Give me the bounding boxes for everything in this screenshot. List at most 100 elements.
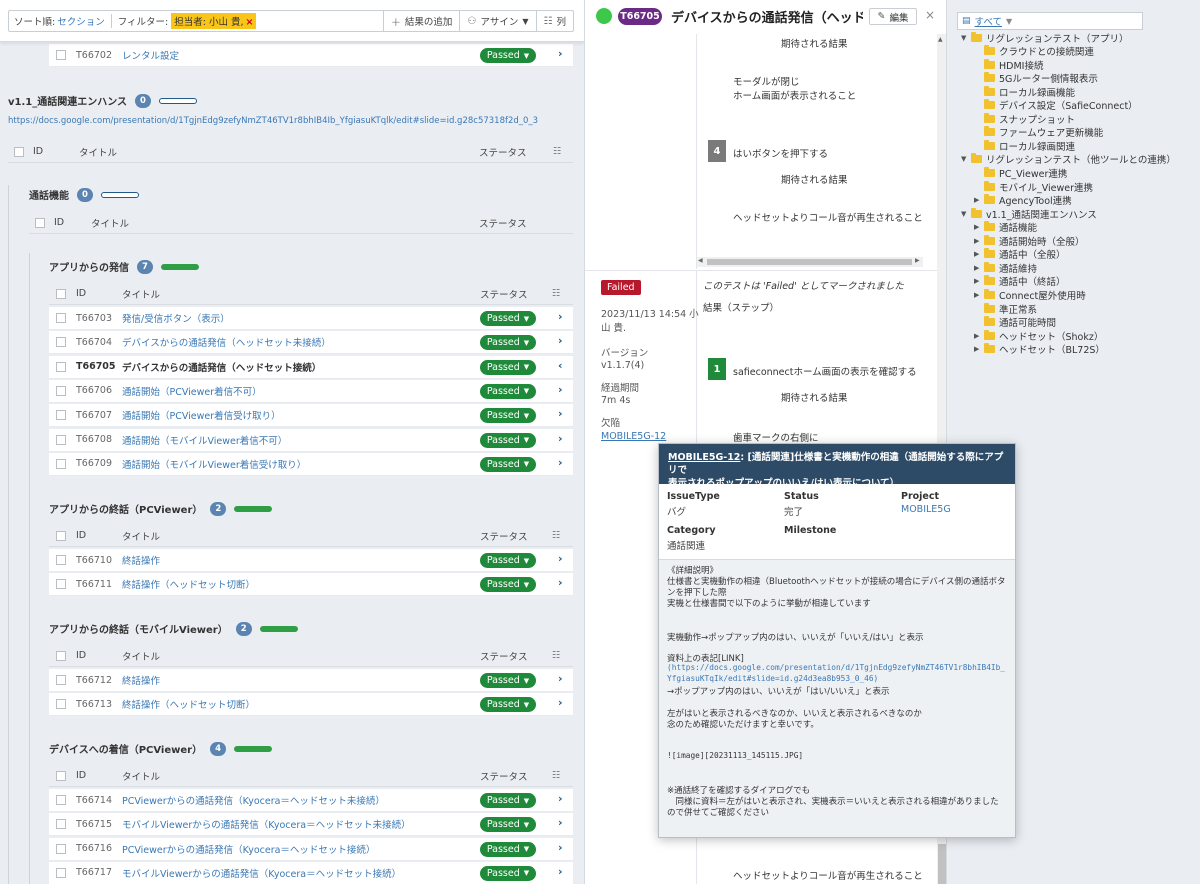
status-badge[interactable]: Passed ▼ (480, 359, 536, 375)
tree-node[interactable]: PC_Viewer連携 (974, 167, 1067, 180)
table-row[interactable]: T66713 終話操作（ヘッドセット切断） Passed ▼ › (49, 693, 573, 717)
tree-node[interactable]: クラウドとの接続関連 (974, 45, 1094, 58)
table-row[interactable]: T66712 終話操作 Passed ▼ › (49, 669, 573, 692)
status-badge[interactable]: Passed ▼ (480, 311, 536, 326)
status-badge[interactable]: Passed ▼ (480, 865, 536, 881)
select-all-checkbox[interactable] (56, 770, 66, 781)
row-checkbox[interactable] (56, 410, 66, 421)
row-checkbox[interactable] (56, 337, 66, 348)
tree-node[interactable]: ローカル録画機能 (974, 85, 1075, 99)
row-checkbox[interactable] (56, 361, 66, 372)
row-checkbox[interactable] (56, 579, 66, 590)
chevron-right-icon[interactable]: › (558, 383, 563, 396)
status-badge[interactable]: Passed ▼ (480, 456, 536, 472)
status-badge[interactable]: Passed ▼ (480, 432, 536, 448)
tree-node[interactable]: HDMI接続 (974, 58, 1043, 72)
row-checkbox[interactable] (56, 675, 66, 685)
description-link[interactable]: YfgiasuKTqIk/edit#slide=id.g24d3ea8b953_… (667, 674, 878, 683)
caret-right-icon[interactable]: ▶ (974, 277, 984, 285)
row-title-link[interactable]: 通話開始（PCViewer着信不可） (122, 384, 262, 398)
tree-node[interactable]: ▼ v1.1_通話関連エンハンス (961, 207, 1097, 221)
tree-node[interactable]: ▶ 通話中（全般） (974, 248, 1066, 261)
tree-node[interactable]: モバイル_Viewer連携 (974, 180, 1093, 194)
status-badge[interactable]: Passed ▼ (480, 793, 536, 808)
select-all-checkbox[interactable] (35, 217, 45, 228)
chevron-right-icon[interactable]: › (558, 865, 563, 878)
tree-node[interactable]: 準正常系 (974, 302, 1037, 316)
column-settings-icon[interactable]: ☷ (552, 770, 561, 781)
row-title-link[interactable]: デバイスからの通話発信（ヘッドセット未接続） (122, 335, 331, 349)
assignee-filter-chip[interactable]: 担当者: 小山 貴, × (171, 13, 257, 29)
status-badge[interactable]: Passed ▼ (480, 673, 536, 688)
description-link[interactable]: (https://docs.google.com/presentation/d/… (667, 663, 1005, 672)
row-title-link[interactable]: 発信/受信ボタン（表示） (122, 311, 230, 325)
status-badge[interactable]: Passed ▼ (480, 841, 536, 857)
chevron-right-icon[interactable]: › (558, 456, 563, 469)
table-row[interactable]: T66706 通話開始（PCViewer着信不可） Passed ▼ › (49, 379, 573, 403)
caret-right-icon[interactable]: ▶ (974, 237, 984, 245)
chevron-right-icon[interactable]: › (558, 672, 563, 685)
row-checkbox[interactable] (56, 795, 66, 805)
table-row[interactable]: T66702 レンタル設定 Passed ▼ › (49, 44, 573, 67)
filter-remove-icon[interactable]: × (246, 17, 254, 28)
status-badge[interactable]: Passed ▼ (480, 817, 536, 833)
row-title-link[interactable]: デバイスからの通話発信（ヘッドセット接続） (122, 360, 321, 374)
scroll-right-icon[interactable]: ▶ (915, 257, 920, 264)
tree-node[interactable]: ▼ リグレッションテスト（アプリ） (961, 31, 1129, 45)
row-title-link[interactable]: 通話開始（モバイルViewer着信不可） (122, 433, 287, 447)
chevron-right-icon[interactable]: › (558, 792, 563, 805)
status-badge[interactable]: Passed ▼ (480, 408, 536, 424)
scroll-up-icon[interactable]: ▲ (938, 36, 943, 43)
tree-node[interactable]: デバイス設定（SafieConnect） (974, 99, 1138, 112)
row-title-link[interactable]: モバイルViewerからの通話発信（Kyocera＝ヘッドセット接続） (122, 866, 401, 880)
table-row[interactable]: T66711 終話操作（ヘッドセット切断） Passed ▼ › (49, 573, 573, 597)
select-all-checkbox[interactable] (56, 650, 66, 661)
row-title-link[interactable]: PCViewerからの通話発信（Kyocera＝ヘッドセット接続） (122, 842, 375, 856)
row-checkbox[interactable] (56, 458, 66, 469)
caret-right-icon[interactable]: ▶ (974, 264, 984, 272)
table-row[interactable]: T66710 終話操作 Passed ▼ › (49, 549, 573, 572)
row-checkbox[interactable] (56, 434, 66, 445)
caret-right-icon[interactable]: ▶ (974, 223, 984, 231)
sort-value-link[interactable]: セクション (57, 14, 105, 28)
status-badge[interactable]: Passed ▼ (480, 48, 536, 63)
caret-right-icon[interactable]: ▶ (974, 291, 984, 299)
status-badge[interactable]: Passed ▼ (480, 553, 536, 568)
caret-down-icon[interactable]: ▼ (961, 155, 971, 163)
table-row[interactable]: T66714 PCViewerからの通話発信（Kyocera＝ヘッドセット未接続）… (49, 789, 573, 812)
table-row[interactable]: T66716 PCViewerからの通話発信（Kyocera＝ヘッドセット接続） P… (49, 837, 573, 861)
section-doc-link[interactable]: https://docs.google.com/presentation/d/1… (8, 116, 538, 126)
select-all-checkbox[interactable] (56, 288, 66, 299)
column-settings-icon[interactable]: ☷ (553, 146, 562, 157)
table-row[interactable]: T66703 発信/受信ボタン（表示） Passed ▼ › (49, 307, 573, 330)
caret-right-icon[interactable]: ▶ (974, 345, 984, 353)
tree-node[interactable]: ▶ 通話中（終話） (974, 275, 1066, 288)
close-icon[interactable]: × (925, 8, 935, 22)
defect-link[interactable]: MOBILE5G-12 (601, 431, 666, 442)
row-title-link[interactable]: 終話操作（ヘッドセット切断） (122, 577, 255, 591)
caret-right-icon[interactable]: ▶ (974, 332, 984, 340)
column-settings-icon[interactable]: ☷ (552, 288, 561, 299)
row-title-link[interactable]: 通話開始（モバイルViewer着信受け取り） (122, 457, 306, 471)
chevron-left-icon[interactable]: ‹ (558, 359, 563, 372)
status-badge[interactable]: Passed ▼ (480, 383, 536, 399)
row-checkbox[interactable] (56, 867, 66, 878)
status-badge[interactable]: Passed ▼ (480, 335, 536, 351)
caret-down-icon[interactable]: ▼ (961, 34, 971, 42)
chevron-right-icon[interactable]: › (558, 696, 563, 709)
add-result-button[interactable]: ＋結果の追加 (382, 11, 460, 31)
chevron-right-icon[interactable]: › (558, 576, 563, 589)
chevron-right-icon[interactable]: › (558, 47, 563, 60)
tree-node[interactable]: ▶ 通話維持 (974, 261, 1037, 275)
table-row[interactable]: T66708 通話開始（モバイルViewer着信不可） Passed ▼ › (49, 428, 573, 452)
column-settings-icon[interactable]: ☷ (552, 530, 561, 541)
column-settings-icon[interactable]: ☷ (552, 650, 561, 661)
row-title-link[interactable]: モバイルViewerからの通話発信（Kyocera＝ヘッドセット未接続） (122, 817, 411, 831)
tree-node[interactable]: ▶ 通話開始時（全般） (974, 234, 1085, 248)
select-all-checkbox[interactable] (56, 530, 66, 541)
status-badge[interactable]: Passed ▼ (480, 697, 536, 713)
row-title-link[interactable]: 通話開始（PCViewer着信受け取り） (122, 408, 281, 422)
chevron-right-icon[interactable]: › (558, 816, 563, 829)
table-row[interactable]: T66709 通話開始（モバイルViewer着信受け取り） Passed ▼ › (49, 452, 573, 476)
row-title-link[interactable]: 終話操作 (122, 673, 160, 687)
